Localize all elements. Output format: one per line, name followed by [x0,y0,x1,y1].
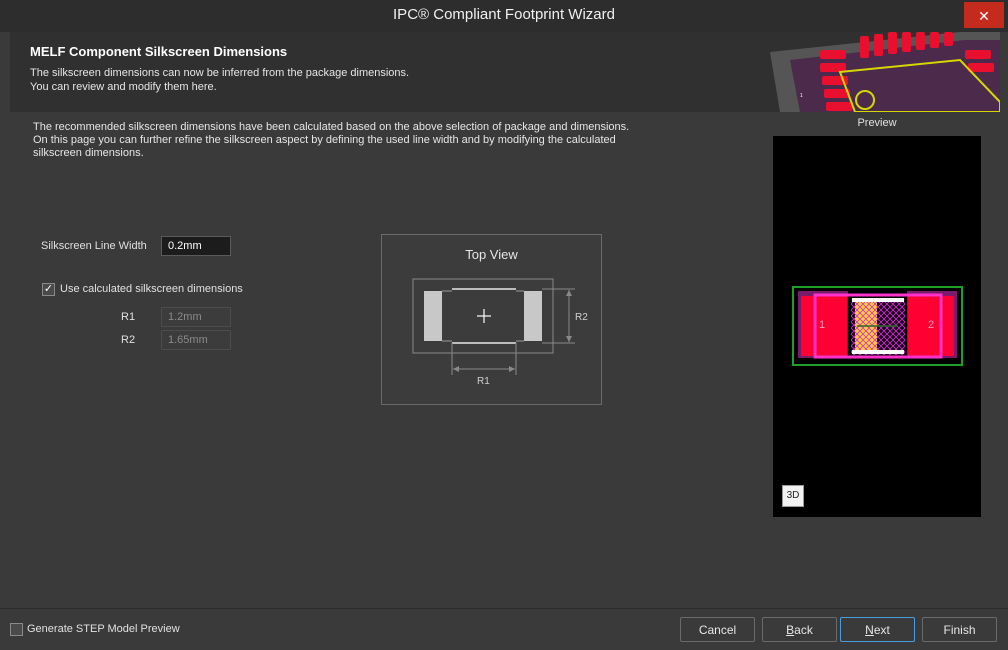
r2-input[interactable] [161,330,231,350]
description-line3: silkscreen dimensions. [33,147,144,159]
view-3d-button[interactable]: 3D [782,485,804,507]
close-button[interactable]: ✕ [964,2,1004,28]
r1-input[interactable] [161,307,231,327]
page-header: MELF Component Silkscreen Dimensions The… [10,32,1000,112]
preview-label: Preview [857,117,897,129]
use-calculated-checkbox[interactable]: ✓ [42,283,55,296]
back-button[interactable]: Back [762,617,837,642]
top-view-diagram [412,278,575,375]
r2-label: R2 [121,334,136,346]
pcb-banner-image: 1 [760,32,1000,112]
top-view-panel: Top View R2 R1 [381,234,602,405]
r1-label: R1 [121,311,136,323]
page-description: The recommended silkscreen dimensions ha… [33,121,673,160]
cancel-button[interactable]: Cancel [680,617,755,642]
pad-1-label: 1 [819,319,826,331]
footprint-preview[interactable]: 1 2 3D [773,136,981,517]
title-bar: IPC® Compliant Footprint Wizard ✕ [0,0,1008,32]
step-preview-checkbox[interactable] [10,623,23,636]
page-subtitle-line1: The silkscreen dimensions can now be inf… [30,67,410,79]
description-line2: On this page you can further refine the … [33,134,616,146]
r1-dimension-label: R1 [477,376,490,387]
finish-button[interactable]: Finish [922,617,997,642]
svg-text:1: 1 [800,93,803,99]
back-mnemonic: B [786,623,795,637]
next-mnemonic: N [865,623,874,637]
line-width-input[interactable] [161,236,231,256]
description-line1: The recommended silkscreen dimensions ha… [33,121,630,133]
back-label-rest: ack [794,623,813,637]
next-button[interactable]: Next [840,617,915,642]
r2-dimension-label: R2 [575,312,588,323]
step-preview-label[interactable]: Generate STEP Model Preview [27,623,180,635]
footprint-preview-graphic [792,286,963,366]
close-icon: ✕ [978,8,990,24]
page-title: MELF Component Silkscreen Dimensions [30,44,288,59]
line-width-label: Silkscreen Line Width [41,240,147,252]
next-label-rest: ext [873,623,890,637]
page-subtitle-line2: You can review and modify them here. [30,81,217,93]
use-calculated-label[interactable]: Use calculated silkscreen dimensions [60,283,243,295]
footer-divider [0,608,1008,609]
pad-2-label: 2 [928,319,935,331]
window-title: IPC® Compliant Footprint Wizard [393,6,615,23]
